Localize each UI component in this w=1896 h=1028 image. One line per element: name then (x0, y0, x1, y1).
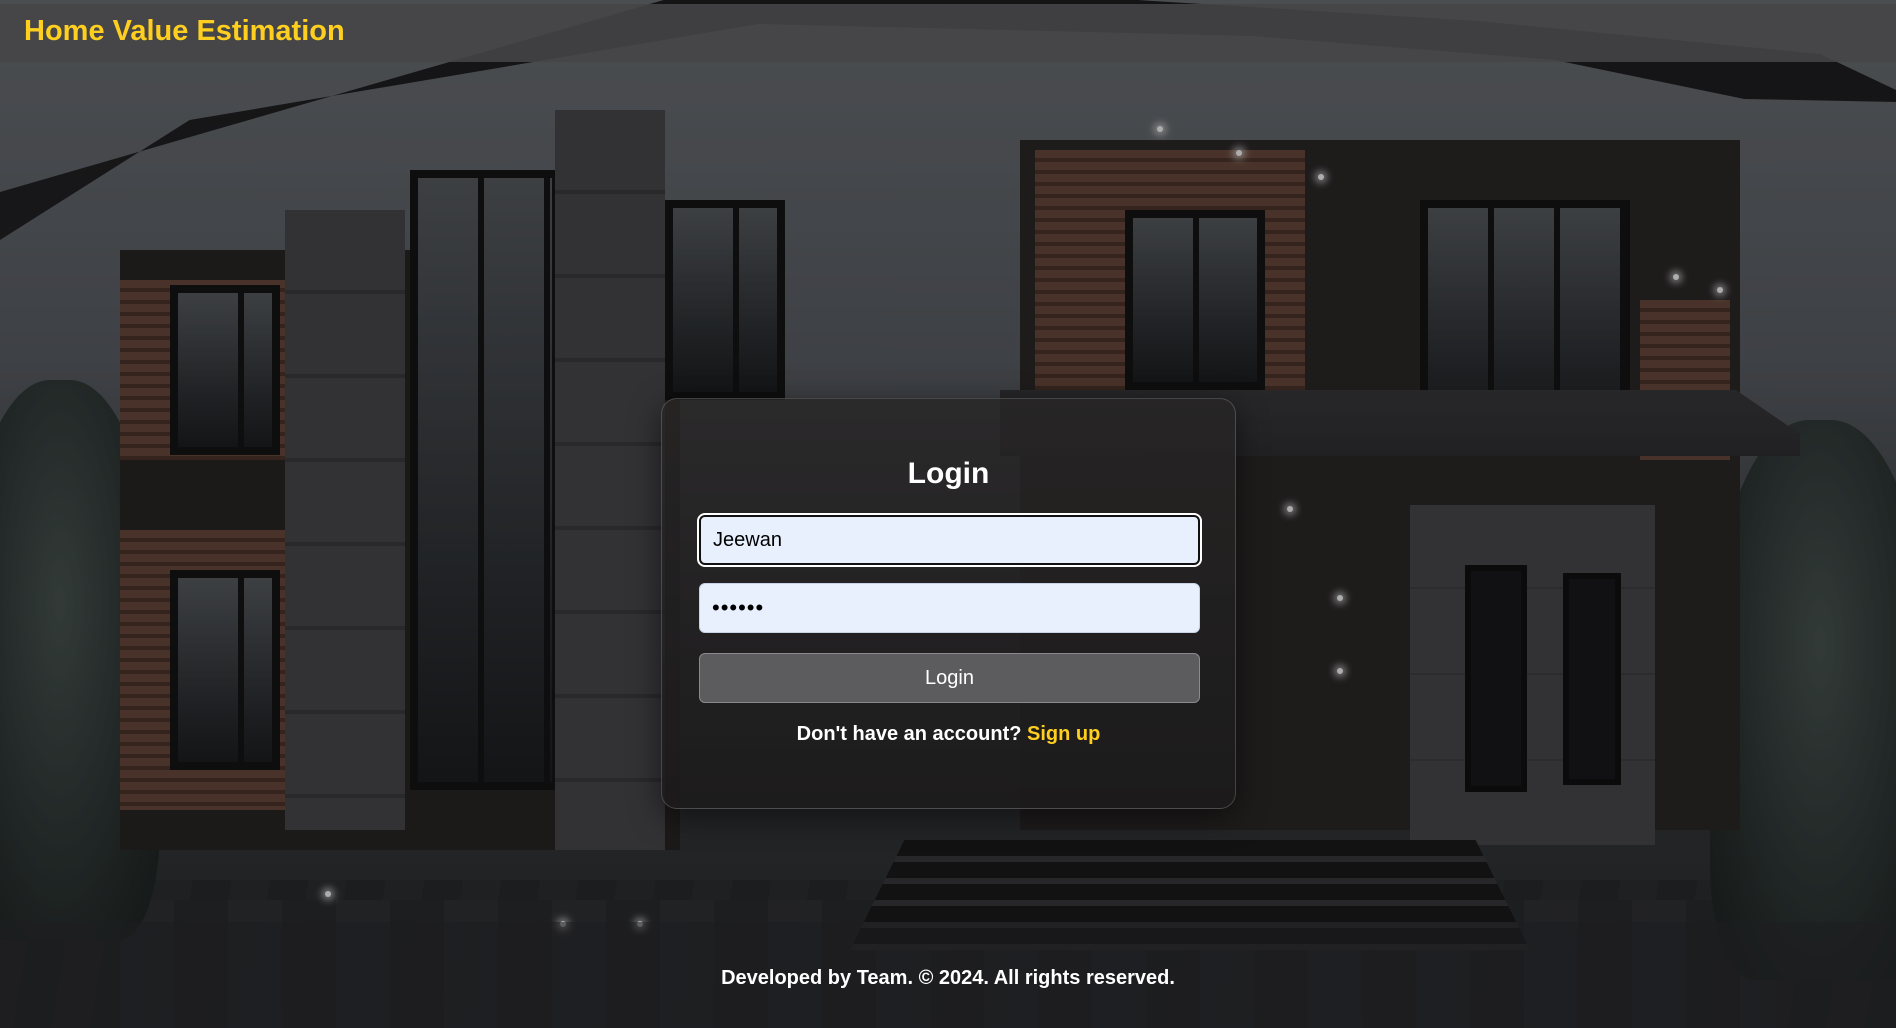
login-button[interactable]: Login (699, 653, 1200, 703)
app-title: Home Value Estimation (24, 15, 345, 47)
footer: Developed by Team. © 2024. All rights re… (0, 922, 1896, 1028)
header-bar: Home Value Estimation (0, 4, 1896, 62)
signup-prompt-text: Don't have an account? (796, 723, 1022, 745)
login-title: Login (907, 457, 990, 490)
username-input[interactable] (699, 515, 1200, 565)
signup-link[interactable]: Sign up (1027, 723, 1100, 745)
password-input[interactable] (699, 583, 1200, 633)
footer-text: Developed by Team. © 2024. All rights re… (721, 967, 1175, 989)
login-card: Login Login Don't have an account? Sign … (661, 398, 1236, 809)
page: Home Value Estimation Login Login Don't … (0, 0, 1896, 1028)
signup-prompt-line: Don't have an account? Sign up (699, 723, 1198, 746)
